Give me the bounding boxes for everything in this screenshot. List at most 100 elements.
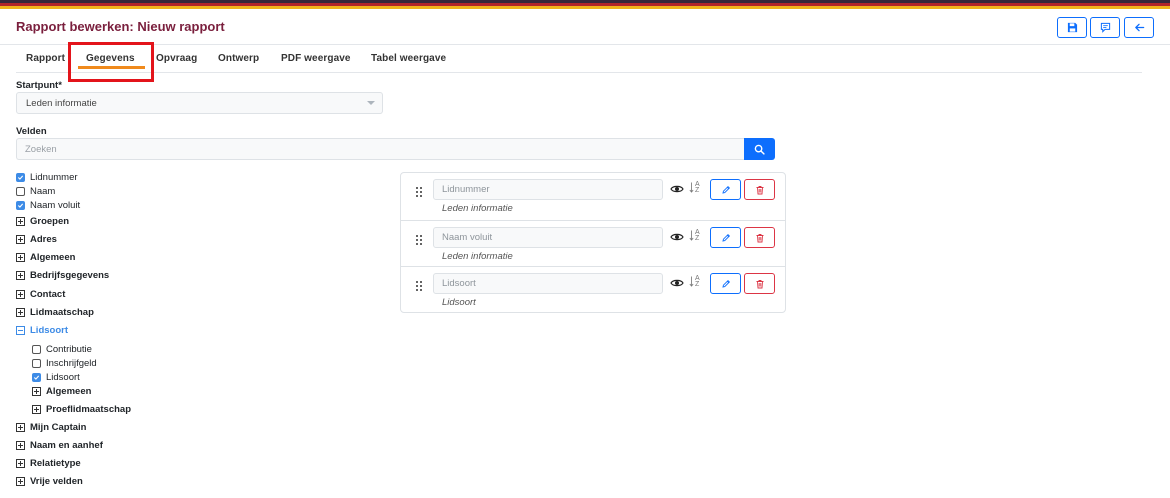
field-label-input[interactable] [433, 179, 663, 200]
delete-button[interactable] [744, 179, 775, 200]
tree-item-contributie[interactable]: Contributie [32, 343, 92, 356]
comment-button[interactable] [1090, 17, 1120, 38]
tree-group-label: Proeflidmaatschap [46, 404, 131, 415]
tree-item-lidnummer[interactable]: Lidnummer [16, 171, 78, 184]
expand-icon[interactable] [16, 235, 25, 244]
tree-group-lidmaatschap[interactable]: Lidmaatschap [16, 306, 94, 319]
tree-group-groepen[interactable]: Groepen [16, 215, 69, 228]
drag-handle-icon[interactable] [415, 280, 423, 292]
tab-bar: Rapport Gegevens Opvraag Ontwerp PDF wee… [16, 45, 1142, 73]
expand-icon[interactable] [16, 459, 25, 468]
selected-field-row: Leden informatie A Z [401, 220, 785, 267]
save-button[interactable] [1057, 17, 1087, 38]
delete-button[interactable] [744, 273, 775, 294]
search-icon [754, 144, 765, 155]
edit-button[interactable] [710, 179, 741, 200]
checkbox[interactable] [16, 187, 25, 196]
tree-item-label: Lidnummer [30, 172, 78, 183]
tree-group-vrije-velden[interactable]: Vrije velden [16, 475, 83, 488]
tab-pdf-weergave[interactable]: PDF weergave [281, 53, 351, 64]
edit-button[interactable] [710, 227, 741, 248]
startpunt-select[interactable]: Leden informatie [16, 92, 383, 114]
tree-group-algemeen[interactable]: Algemeen [16, 251, 75, 264]
field-label-input[interactable] [433, 227, 663, 248]
tree-group-label: Adres [30, 234, 57, 245]
highlight-box [68, 42, 154, 82]
comment-icon [1100, 22, 1110, 33]
checkbox[interactable] [32, 359, 41, 368]
floppy-disk-icon [1067, 22, 1077, 33]
tree-item-label: Contributie [46, 344, 92, 355]
sort-icon[interactable]: A Z [689, 229, 703, 243]
eye-icon[interactable] [670, 184, 684, 194]
tree-group-label: Relatietype [30, 458, 81, 469]
delete-button[interactable] [744, 227, 775, 248]
tree-group-naam-en-aanhef[interactable]: Naam en aanhef [16, 439, 103, 452]
tree-item-naam-voluit[interactable]: Naam voluit [16, 199, 80, 212]
trash-icon [756, 233, 763, 242]
checkbox-checked[interactable] [16, 173, 25, 182]
expand-icon[interactable] [16, 477, 25, 486]
tree-group-bedrijfsgegevens[interactable]: Bedrijfsgegevens [16, 269, 109, 282]
checkbox-checked[interactable] [32, 373, 41, 382]
expand-icon[interactable] [16, 441, 25, 450]
expand-icon[interactable] [16, 217, 25, 226]
selected-field-row: Leden informatie A Z [401, 173, 785, 220]
collapse-icon[interactable] [16, 326, 25, 335]
page-title: Rapport bewerken: Nieuw rapport [16, 19, 225, 34]
tree-group-contact[interactable]: Contact [16, 288, 65, 301]
trash-icon [756, 279, 763, 288]
expand-icon[interactable] [16, 290, 25, 299]
tree-group-lidsoort-algemeen[interactable]: Algemeen [32, 385, 91, 398]
expand-icon[interactable] [16, 253, 25, 262]
arrow-left-icon [1134, 23, 1144, 32]
tree-item-inschrijfgeld[interactable]: Inschrijfgeld [32, 357, 97, 370]
expand-icon[interactable] [16, 308, 25, 317]
sort-icon[interactable]: A Z [689, 181, 703, 195]
tree-group-label: Vrije velden [30, 476, 83, 487]
tree-group-label: Lidmaatschap [30, 307, 94, 318]
tree-item-naam[interactable]: Naam [16, 185, 55, 198]
edit-button[interactable] [710, 273, 741, 294]
checkbox[interactable] [32, 345, 41, 354]
search-button[interactable] [744, 138, 775, 160]
tree-group-label: Bedrijfsgegevens [30, 270, 110, 281]
eye-icon[interactable] [670, 232, 684, 242]
eye-icon[interactable] [670, 278, 684, 288]
field-source: Leden informatie [442, 203, 513, 214]
tree-group-label: Contact [30, 289, 66, 300]
pencil-icon [721, 279, 730, 288]
expand-icon[interactable] [32, 387, 41, 396]
tree-group-lidsoort[interactable]: Lidsoort [16, 324, 68, 337]
tab-tabel-weergave[interactable]: Tabel weergave [371, 53, 446, 64]
tree-group-proeflidmaatschap[interactable]: Proeflidmaatschap [32, 403, 131, 416]
tree-group-label: Naam en aanhef [30, 440, 103, 451]
expand-icon[interactable] [16, 423, 25, 432]
check-icon [33, 375, 40, 380]
field-source: Lidsoort [442, 297, 476, 308]
tab-ontwerp[interactable]: Ontwerp [218, 53, 259, 64]
tree-group-label: Algemeen [46, 386, 92, 397]
tree-group-adres[interactable]: Adres [16, 233, 57, 246]
startpunt-value: Leden informatie [26, 98, 97, 109]
drag-handle-icon[interactable] [415, 234, 423, 246]
expand-icon[interactable] [16, 271, 25, 280]
tab-rapport[interactable]: Rapport [26, 53, 65, 64]
selected-field-row: Lidsoort A Z [401, 266, 785, 313]
back-button[interactable] [1124, 17, 1154, 38]
page-header: Rapport bewerken: Nieuw rapport [0, 9, 1170, 45]
trash-icon [756, 185, 763, 194]
search-input[interactable] [16, 138, 744, 160]
expand-icon[interactable] [32, 405, 41, 414]
sort-icon[interactable]: A Z [689, 275, 703, 289]
tree-group-mijn-captain[interactable]: Mijn Captain [16, 421, 86, 434]
tree-group-relatietype[interactable]: Relatietype [16, 457, 81, 470]
drag-handle-icon[interactable] [415, 186, 423, 198]
checkbox-checked[interactable] [16, 201, 25, 210]
tree-item-label: Naam [30, 186, 56, 197]
tree-group-label: Algemeen [30, 252, 76, 263]
field-label-input[interactable] [433, 273, 663, 294]
tree-item-lidsoort[interactable]: Lidsoort [32, 371, 80, 384]
tab-opvraag[interactable]: Opvraag [156, 53, 197, 64]
tree-item-label: Inschrijfgeld [46, 358, 97, 369]
